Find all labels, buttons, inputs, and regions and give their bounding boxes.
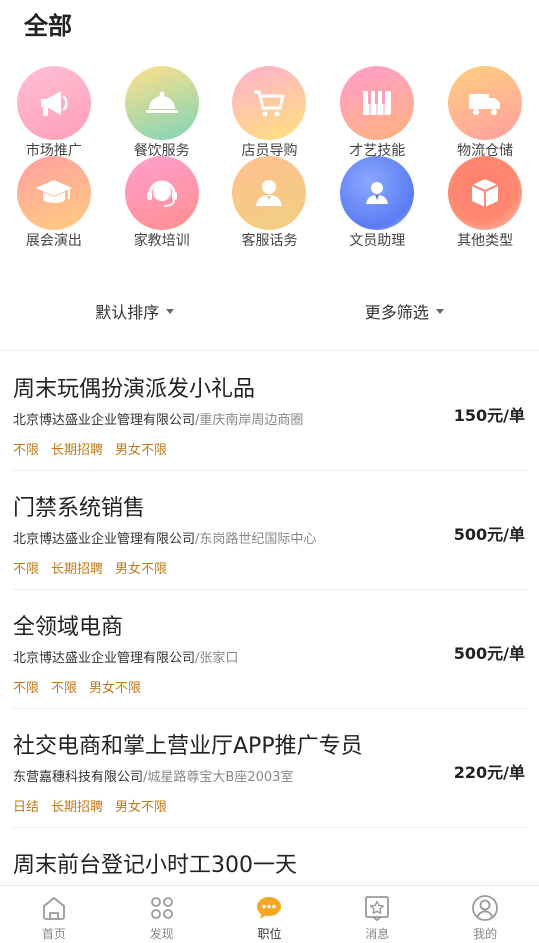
job-tag: 日结	[13, 800, 40, 815]
job-tag: 长期招聘	[51, 800, 104, 815]
category-row: 展会演出 家教培训 客服话务 文员助理 其他类型	[0, 156, 539, 250]
sort-label: 默认排序	[95, 303, 160, 322]
megaphone-icon	[16, 66, 91, 140]
category-item-market[interactable]: 市场推广	[0, 66, 108, 160]
job-tag: 长期招聘	[51, 443, 104, 458]
job-title: 周末前台登记小时工300一天	[13, 853, 297, 878]
piano-icon	[340, 66, 415, 140]
more-filter-dropdown[interactable]: 更多筛选	[270, 298, 539, 324]
category-item-logistics[interactable]: 物流仓储	[431, 66, 539, 160]
category-label: 其他类型	[457, 233, 514, 249]
job-list: 周末玩偶扮演派发小礼品 北京博达盛业企业管理有限公司/重庆南岸周边商圈 不限 长期…	[0, 352, 539, 943]
caret-down-icon	[166, 309, 175, 314]
job-tags: 不限 不限 男女不限	[13, 677, 153, 696]
divider	[0, 350, 539, 351]
job-address: 张家口	[199, 651, 239, 666]
job-tag: 男女不限	[115, 562, 168, 577]
graduation-cap-icon	[16, 156, 91, 230]
job-card[interactable]: 社交电商和掌上营业厅APP推广专员 东营嘉穗科技有限公司/城星路尊宝大B座200…	[12, 709, 527, 828]
job-tag: 长期招聘	[51, 562, 104, 577]
category-label: 展会演出	[25, 233, 82, 249]
tab-jobs[interactable]: 职位	[216, 886, 324, 943]
caret-down-icon	[435, 309, 444, 314]
category-row: 市场推广 餐饮服务 店员导购 才艺技能 物流仓储	[0, 66, 539, 160]
star-message-icon	[365, 896, 390, 922]
job-address: 东岗路世纪国际中心	[199, 532, 317, 547]
job-title: 全领域电商	[13, 615, 124, 640]
job-tag: 男女不限	[115, 443, 168, 458]
discover-icon	[150, 897, 173, 919]
category-label: 文员助理	[349, 233, 406, 249]
food-cloche-icon	[124, 66, 199, 140]
job-title: 周末玩偶扮演派发小礼品	[13, 377, 256, 402]
job-address: 城星路尊宝大B座2003室	[147, 770, 294, 785]
job-tags: 日结 长期招聘 男女不限	[13, 796, 179, 815]
company-name: 北京博达盛业企业管理有限公司	[13, 413, 196, 428]
category-item-other[interactable]: 其他类型	[431, 156, 539, 250]
job-company: 北京博达盛业企业管理有限公司/重庆南岸周边商圈	[13, 409, 303, 428]
category-item-customer-service[interactable]: 客服话务	[216, 156, 324, 250]
job-tag: 不限	[13, 443, 40, 458]
tab-discover[interactable]: 发现	[108, 886, 216, 943]
clerk-icon	[340, 156, 415, 230]
company-name: 东营嘉穗科技有限公司	[13, 770, 144, 785]
tab-label: 消息	[365, 927, 390, 941]
category-item-talent[interactable]: 才艺技能	[323, 66, 431, 160]
job-tag: 男女不限	[115, 800, 168, 815]
box-icon	[448, 156, 523, 230]
job-company: 北京博达盛业企业管理有限公司/东岗路世纪国际中心	[13, 528, 316, 547]
category-label: 家教培训	[133, 233, 190, 249]
page-title: 全部	[24, 12, 72, 40]
category-item-exhibition[interactable]: 展会演出	[0, 156, 108, 250]
tab-label: 首页	[41, 927, 66, 941]
job-price: 220元/单	[453, 763, 525, 782]
sort-dropdown[interactable]: 默认排序	[0, 298, 270, 324]
headset-icon	[124, 156, 199, 230]
category-item-shop-guide[interactable]: 店员导购	[216, 66, 324, 160]
shopping-cart-icon	[232, 66, 307, 140]
job-tags: 不限 长期招聘 男女不限	[13, 439, 179, 458]
category-item-catering[interactable]: 餐饮服务	[108, 66, 216, 160]
job-tags: 不限 长期招聘 男女不限	[13, 558, 179, 577]
tab-label: 我的	[473, 927, 498, 941]
job-title: 社交电商和掌上营业厅APP推广专员	[13, 734, 363, 759]
job-card[interactable]: 全领域电商 北京博达盛业企业管理有限公司/张家口 不限 不限 男女不限 500元/单	[12, 590, 527, 709]
category-grid: 市场推广 餐饮服务 店员导购 才艺技能 物流仓储 展会演出 家教培训 客服话务 …	[0, 66, 539, 254]
chat-bubble-icon	[257, 897, 282, 919]
tab-home[interactable]: 首页	[0, 886, 108, 943]
tab-label: 职位	[257, 927, 282, 941]
category-label: 客服话务	[241, 233, 298, 249]
customer-service-icon	[232, 156, 307, 230]
job-tag: 不限	[13, 681, 40, 696]
tab-label: 发现	[149, 927, 174, 941]
delivery-truck-icon	[448, 66, 523, 140]
more-filter-label: 更多筛选	[364, 303, 429, 322]
job-address: 重庆南岸周边商圈	[199, 413, 304, 428]
company-name: 北京博达盛业企业管理有限公司	[13, 651, 196, 666]
profile-icon	[472, 895, 498, 921]
job-company: 北京博达盛业企业管理有限公司/张家口	[13, 647, 238, 666]
tab-profile[interactable]: 我的	[431, 886, 539, 943]
job-price: 150元/单	[453, 406, 525, 425]
home-icon	[42, 897, 65, 920]
company-name: 北京博达盛业企业管理有限公司	[13, 532, 196, 547]
job-card[interactable]: 门禁系统销售 北京博达盛业企业管理有限公司/东岗路世纪国际中心 不限 长期招聘 男女…	[12, 471, 527, 590]
category-item-tutoring[interactable]: 家教培训	[108, 156, 216, 250]
job-card[interactable]: 周末玩偶扮演派发小礼品 北京博达盛业企业管理有限公司/重庆南岸周边商圈 不限 长期…	[12, 352, 527, 471]
category-item-clerk[interactable]: 文员助理	[323, 156, 431, 250]
bottom-tab-bar: 首页 发现 职位 消息 我的	[0, 885, 539, 943]
job-tag: 不限	[51, 681, 78, 696]
filter-bar: 默认排序 更多筛选	[0, 298, 539, 324]
job-title: 门禁系统销售	[13, 496, 146, 521]
tab-messages[interactable]: 消息	[323, 886, 431, 943]
job-tag: 不限	[13, 562, 40, 577]
job-tag: 男女不限	[89, 681, 142, 696]
job-company: 东营嘉穗科技有限公司/城星路尊宝大B座2003室	[13, 766, 293, 785]
job-price: 500元/单	[453, 644, 525, 663]
job-price: 500元/单	[453, 525, 525, 544]
